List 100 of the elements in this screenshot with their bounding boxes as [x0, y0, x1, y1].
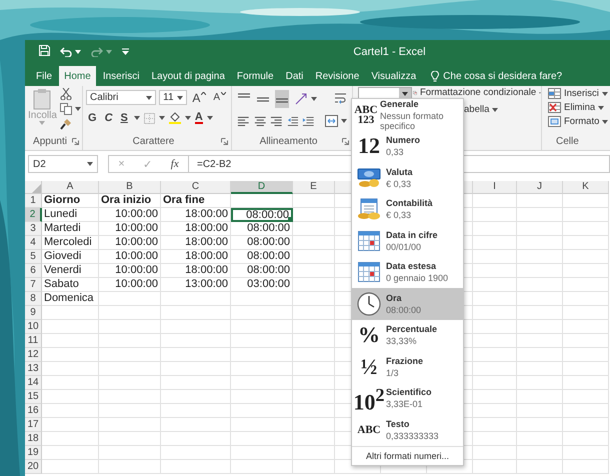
- cells-button[interactable]: Formato: [548, 116, 608, 127]
- menu-item[interactable]: Data in cifre 00/01/00: [352, 225, 463, 256]
- column-header[interactable]: K: [563, 181, 609, 194]
- row-header[interactable]: 2: [25, 208, 42, 222]
- decrease-indent-icon[interactable]: [286, 115, 298, 127]
- column-header[interactable]: C: [161, 181, 231, 194]
- row-header[interactable]: 20: [25, 460, 42, 474]
- align-center-icon[interactable]: [254, 115, 266, 127]
- grow-font-button[interactable]: A: [190, 90, 208, 104]
- column-header[interactable]: D: [231, 181, 293, 194]
- caret-icon: [221, 92, 226, 95]
- font-size-field[interactable]: 11: [159, 90, 188, 105]
- insert-function-button[interactable]: fx: [168, 158, 181, 170]
- dialog-launcher-icon[interactable]: [342, 138, 349, 145]
- column-header[interactable]: A: [42, 181, 99, 194]
- caret-icon: [492, 108, 498, 112]
- table-cell: [231, 348, 293, 362]
- column-header[interactable]: E: [293, 181, 335, 194]
- underline-button[interactable]: S: [118, 112, 130, 124]
- undo-icon[interactable]: [60, 47, 72, 57]
- row-header[interactable]: 15: [25, 390, 42, 404]
- ribbon-tab[interactable]: Inserisci: [98, 66, 144, 86]
- table-cell: [517, 446, 563, 460]
- increase-indent-icon[interactable]: [302, 115, 314, 127]
- table-cell: [517, 334, 563, 348]
- menu-item[interactable]: Ora 08:00:00: [352, 288, 463, 320]
- table-cell: [161, 292, 231, 306]
- font-color-button[interactable]: A: [194, 112, 203, 124]
- ribbon-tab[interactable]: File: [31, 66, 58, 86]
- row-header[interactable]: 16: [25, 404, 42, 418]
- bold-button[interactable]: G: [86, 112, 99, 124]
- name-box[interactable]: D2: [28, 155, 98, 173]
- cells-button[interactable]: Elimina: [548, 102, 608, 113]
- menu-item[interactable]: Valuta € 0,33: [352, 162, 463, 194]
- table-cell: [42, 334, 99, 348]
- row-header[interactable]: 12: [25, 348, 42, 362]
- table-cell: [42, 446, 99, 460]
- row-header[interactable]: 10: [25, 320, 42, 334]
- row-header[interactable]: 7: [25, 278, 42, 292]
- save-icon[interactable]: [39, 45, 50, 56]
- table-cell: [99, 404, 161, 418]
- italic-button[interactable]: C: [102, 112, 115, 124]
- table-cell: 08:00:00: [231, 236, 293, 250]
- shrink-font-button[interactable]: A: [211, 92, 228, 103]
- row-header[interactable]: 19: [25, 446, 42, 460]
- table-cell: [473, 208, 517, 222]
- table-cell: [517, 208, 563, 222]
- row-header[interactable]: 11: [25, 334, 42, 348]
- caret-icon: [106, 50, 112, 54]
- row-header[interactable]: 6: [25, 264, 42, 278]
- row-header[interactable]: 9: [25, 306, 42, 320]
- column-header[interactable]: I: [473, 181, 517, 194]
- row-header[interactable]: 18: [25, 432, 42, 446]
- table-cell: [563, 292, 609, 306]
- row-header[interactable]: 4: [25, 236, 42, 250]
- ribbon-tab[interactable]: Dati: [280, 66, 308, 86]
- dialog-launcher-icon[interactable]: [72, 138, 79, 145]
- fill-color-icon[interactable]: [168, 112, 181, 124]
- ribbon-tab[interactable]: Home: [59, 66, 96, 86]
- row-header[interactable]: 17: [25, 418, 42, 432]
- orientation-icon[interactable]: [294, 93, 308, 105]
- row-header[interactable]: 1: [25, 194, 42, 208]
- menu-item[interactable]: Data estesa 0 gennaio 1900: [352, 256, 463, 288]
- ribbon-tab[interactable]: Layout di pagina: [146, 66, 230, 86]
- copy-icon[interactable]: [60, 103, 72, 115]
- menu-item[interactable]: Contabilità € 0,33: [352, 194, 463, 225]
- format-as-table-button[interactable]: abella: [464, 105, 541, 115]
- ribbon-tab[interactable]: Revisione: [310, 66, 364, 86]
- align-right-icon[interactable]: [270, 115, 283, 127]
- table-cell: [231, 320, 293, 334]
- row-header[interactable]: 13: [25, 362, 42, 376]
- row-header[interactable]: 14: [25, 376, 42, 390]
- wrap-text-icon[interactable]: [334, 93, 347, 105]
- table-cell: [231, 404, 293, 418]
- row-header[interactable]: 8: [25, 292, 42, 306]
- caret-icon: [177, 96, 184, 100]
- font-name-field[interactable]: Calibri: [86, 90, 156, 105]
- brush-icon[interactable]: [60, 118, 72, 130]
- fill-handle[interactable]: [288, 217, 292, 221]
- scissors-icon[interactable]: [60, 88, 72, 100]
- row-header[interactable]: 3: [25, 222, 42, 236]
- borders-icon[interactable]: [144, 112, 155, 124]
- dialog-launcher-icon[interactable]: [221, 138, 228, 145]
- cells-button[interactable]: Inserisci: [548, 88, 608, 99]
- column-header[interactable]: J: [517, 181, 563, 194]
- delete-cells-icon: [548, 102, 561, 113]
- caret-icon: [602, 120, 608, 124]
- table-cell: [161, 390, 231, 404]
- merge-cells-icon[interactable]: [325, 115, 338, 127]
- ribbon-tab[interactable]: Formule: [232, 66, 279, 86]
- ribbon-tab[interactable]: Visualizza: [366, 66, 422, 86]
- table-cell: [517, 348, 563, 362]
- column-header[interactable]: B: [99, 181, 161, 194]
- table-cell: [473, 446, 517, 460]
- menu-item[interactable]: Altri formati numeri...: [352, 446, 463, 464]
- table-cell: [517, 278, 563, 292]
- align-left-icon[interactable]: [237, 115, 250, 127]
- search-field[interactable]: Che cosa si desidera fare?: [431, 66, 574, 86]
- customize-icon[interactable]: [122, 48, 129, 55]
- row-header[interactable]: 5: [25, 250, 42, 264]
